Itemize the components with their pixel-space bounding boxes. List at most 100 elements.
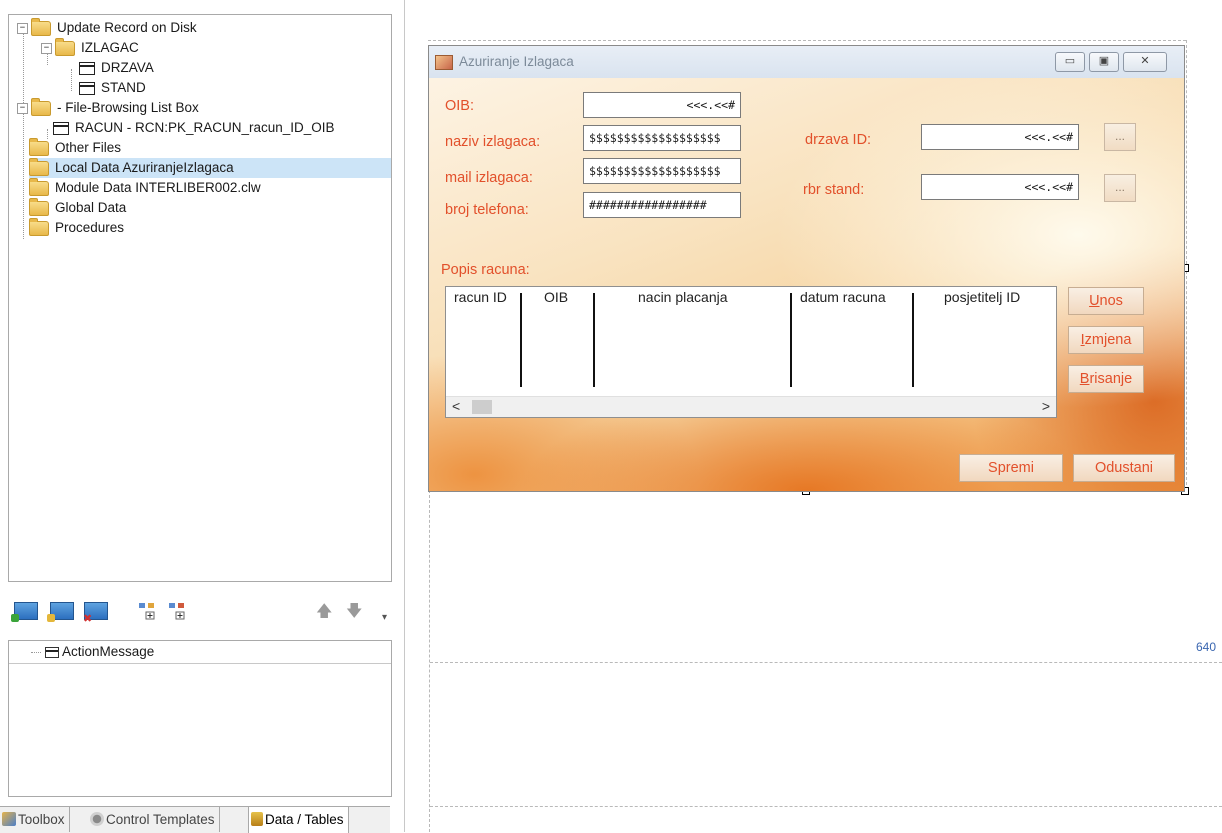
- column-divider[interactable]: [593, 293, 595, 387]
- racun-list-grid[interactable]: racun ID OIB nacin placanja datum racuna…: [445, 286, 1057, 418]
- table-icon: [79, 61, 95, 75]
- mail-field[interactable]: $$$$$$$$$$$$$$$$$$$: [583, 158, 741, 184]
- tree-item-label: - File-Browsing List Box: [57, 100, 199, 115]
- tree-item-other-files[interactable]: Other Files: [29, 137, 124, 158]
- guide-line: [430, 662, 1222, 663]
- tree-item-racun[interactable]: RACUN - RCN:PK_RACUN_racun_ID_OIB: [53, 118, 338, 138]
- tree-item-label: DRZAVA: [101, 60, 154, 75]
- add-data-icon[interactable]: [11, 602, 38, 622]
- unos-mnemonic: U: [1089, 293, 1100, 309]
- oib-field[interactable]: <<<.<<#: [583, 92, 741, 118]
- tree-connector: [31, 651, 41, 653]
- data-toolbar: 🡅 🡇 ▾: [8, 596, 390, 632]
- tree-item-local-data[interactable]: Local Data AzuriranjeIzlagaca: [29, 157, 391, 178]
- open-folder-icon: [55, 37, 75, 56]
- toolbox-icon: [2, 812, 16, 826]
- tree-item-module-data[interactable]: Module Data INTERLIBER002.clw: [29, 177, 264, 198]
- tree-item-label: Procedures: [55, 220, 125, 235]
- gear-icon: [90, 812, 104, 826]
- tree-item-label: Module Data INTERLIBER002.clw: [55, 180, 261, 195]
- odustani-button[interactable]: Odustani: [1073, 454, 1175, 482]
- tree-item-izlagac[interactable]: − IZLAGAC: [41, 37, 142, 58]
- tree-item-stand[interactable]: STAND: [79, 78, 149, 98]
- edit-data-icon[interactable]: [47, 602, 74, 622]
- mail-label: mail izlagaca:: [445, 170, 533, 186]
- tree-item-file-browsing[interactable]: − - File-Browsing List Box: [17, 97, 202, 118]
- database-icon: [251, 812, 263, 826]
- tree-item-update-record[interactable]: − Update Record on Disk: [17, 17, 200, 38]
- open-folder-icon: [31, 97, 51, 116]
- tree-connector: [23, 29, 24, 239]
- drzava-label: drzava ID:: [805, 132, 872, 148]
- folder-icon: [29, 217, 49, 236]
- minimize-button[interactable]: ▭: [1055, 52, 1085, 72]
- tree-item-drzava[interactable]: DRZAVA: [79, 58, 157, 78]
- ruler-label: 640: [1196, 640, 1217, 654]
- panel-menu-icon[interactable]: ▾: [382, 612, 387, 623]
- data-tree-panel[interactable]: − Update Record on Disk − IZLAGAC DRZAVA S…: [8, 14, 392, 582]
- tree-item-label: Global Data: [55, 200, 127, 215]
- brisanje-label: risanje: [1089, 371, 1133, 387]
- insert-child-icon[interactable]: [138, 602, 156, 620]
- action-panel[interactable]: ActionMessage: [8, 640, 392, 797]
- delete-data-icon[interactable]: [83, 602, 108, 625]
- stand-lookup-button[interactable]: ...: [1104, 174, 1136, 202]
- scroll-thumb[interactable]: [472, 400, 492, 414]
- tree-item-procedures[interactable]: Procedures: [29, 217, 127, 238]
- tab-label: Data / Tables: [265, 812, 344, 827]
- collapse-icon[interactable]: −: [17, 102, 28, 114]
- drzava-id-field[interactable]: <<<.<<#: [921, 124, 1079, 150]
- spremi-button[interactable]: Spremi: [959, 454, 1063, 482]
- drzava-lookup-button[interactable]: ...: [1104, 123, 1136, 151]
- column-header[interactable]: nacin placanja: [638, 289, 728, 305]
- izmjena-label: zmjena: [1084, 332, 1132, 348]
- move-up-icon[interactable]: 🡅: [316, 600, 332, 627]
- table-icon: [53, 121, 69, 135]
- tab-label: Control Templates: [106, 812, 215, 827]
- move-down-icon[interactable]: 🡇: [346, 600, 362, 627]
- tree-item-global-data[interactable]: Global Data: [29, 197, 129, 218]
- naziv-field[interactable]: $$$$$$$$$$$$$$$$$$$: [583, 125, 741, 151]
- tab-label: Toolbox: [18, 812, 65, 827]
- azuriranje-dialog-window[interactable]: Azuriranje Izlagaca ▭ ▣ ✕ OIB: naziv izl…: [428, 45, 1185, 492]
- collapse-icon[interactable]: −: [17, 22, 28, 34]
- column-header[interactable]: racun ID: [454, 289, 507, 305]
- scroll-right-icon[interactable]: >: [1042, 398, 1050, 414]
- column-divider[interactable]: [520, 293, 522, 387]
- izmjena-button[interactable]: Izmjena: [1068, 326, 1144, 354]
- unos-button[interactable]: Unos: [1068, 287, 1144, 315]
- telefon-label: broj telefona:: [445, 202, 529, 218]
- insert-sibling-icon[interactable]: [168, 602, 186, 620]
- scroll-left-icon[interactable]: <: [452, 398, 460, 414]
- close-button[interactable]: ✕: [1123, 52, 1167, 72]
- horizontal-scrollbar[interactable]: < >: [446, 396, 1056, 417]
- tree-item-label: Update Record on Disk: [57, 20, 197, 35]
- popis-label: Popis racuna:: [441, 262, 530, 278]
- table-icon: [45, 646, 59, 658]
- column-divider[interactable]: [790, 293, 792, 387]
- column-header[interactable]: datum racuna: [800, 289, 886, 305]
- folder-icon: [29, 157, 49, 176]
- dialog-titlebar[interactable]: Azuriranje Izlagaca ▭ ▣ ✕: [429, 46, 1184, 78]
- tab-data-tables[interactable]: Data / Tables: [248, 807, 349, 833]
- column-header[interactable]: posjetitelj ID: [944, 289, 1020, 305]
- folder-icon: [29, 137, 49, 156]
- guide-line: [429, 490, 430, 832]
- bottom-tab-bar: Toolbox Control Templates Data / Tables: [0, 806, 390, 833]
- collapse-icon[interactable]: −: [41, 42, 52, 54]
- naziv-label: naziv izlagaca:: [445, 134, 541, 150]
- tab-toolbox[interactable]: Toolbox: [0, 807, 70, 832]
- pane-splitter[interactable]: [404, 0, 405, 832]
- tab-control-templates[interactable]: Control Templates: [88, 807, 220, 832]
- action-list-item[interactable]: ActionMessage: [9, 641, 391, 664]
- open-folder-icon: [31, 17, 51, 36]
- stand-field[interactable]: <<<.<<#: [921, 174, 1079, 200]
- column-divider[interactable]: [912, 293, 914, 387]
- tree-item-label: Local Data AzuriranjeIzlagaca: [52, 160, 237, 175]
- tree-item-label: Other Files: [55, 140, 122, 155]
- maximize-button[interactable]: ▣: [1089, 52, 1119, 72]
- telefon-field[interactable]: #################: [583, 192, 741, 218]
- column-header[interactable]: OIB: [544, 289, 568, 305]
- folder-icon: [29, 177, 49, 196]
- brisanje-button[interactable]: Brisanje: [1068, 365, 1144, 393]
